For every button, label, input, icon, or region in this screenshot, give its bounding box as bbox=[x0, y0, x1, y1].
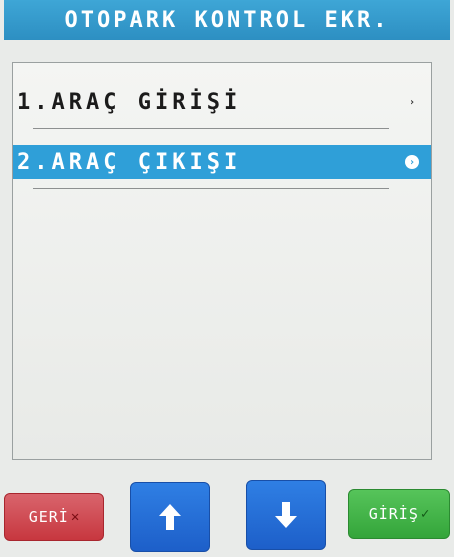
check-mark-icon: ✓ bbox=[420, 506, 430, 522]
menu-panel: 1.ARAÇ GİRİŞİ › 2.ARAÇ ÇIKIŞI › bbox=[12, 62, 432, 460]
divider bbox=[33, 188, 389, 189]
menu-item-label: 1.ARAÇ GİRİŞİ bbox=[17, 89, 242, 115]
arrow-up-icon bbox=[159, 504, 181, 530]
up-arrow-button[interactable] bbox=[130, 482, 210, 552]
x-mark-icon: ✕ bbox=[70, 509, 80, 525]
chevron-right-icon: › bbox=[408, 96, 416, 108]
down-arrow-button[interactable] bbox=[246, 480, 326, 550]
enter-button-label: GİRİŞ bbox=[368, 505, 419, 523]
divider bbox=[33, 128, 389, 129]
menu-item-vehicle-entry[interactable]: 1.ARAÇ GİRİŞİ › bbox=[13, 85, 431, 119]
chevron-right-icon: › bbox=[405, 155, 419, 169]
back-button[interactable]: GERİ ✕ bbox=[4, 493, 104, 541]
back-button-label: GERİ bbox=[28, 508, 69, 526]
enter-button[interactable]: GİRİŞ ✓ bbox=[348, 489, 450, 539]
title-bar: OTOPARK KONTROL EKR. bbox=[4, 0, 450, 40]
page-title: OTOPARK KONTROL EKR. bbox=[64, 7, 390, 33]
menu-item-vehicle-exit[interactable]: 2.ARAÇ ÇIKIŞI › bbox=[13, 145, 431, 179]
menu-item-label: 2.ARAÇ ÇIKIŞI bbox=[17, 149, 242, 175]
arrow-down-icon bbox=[275, 502, 297, 528]
